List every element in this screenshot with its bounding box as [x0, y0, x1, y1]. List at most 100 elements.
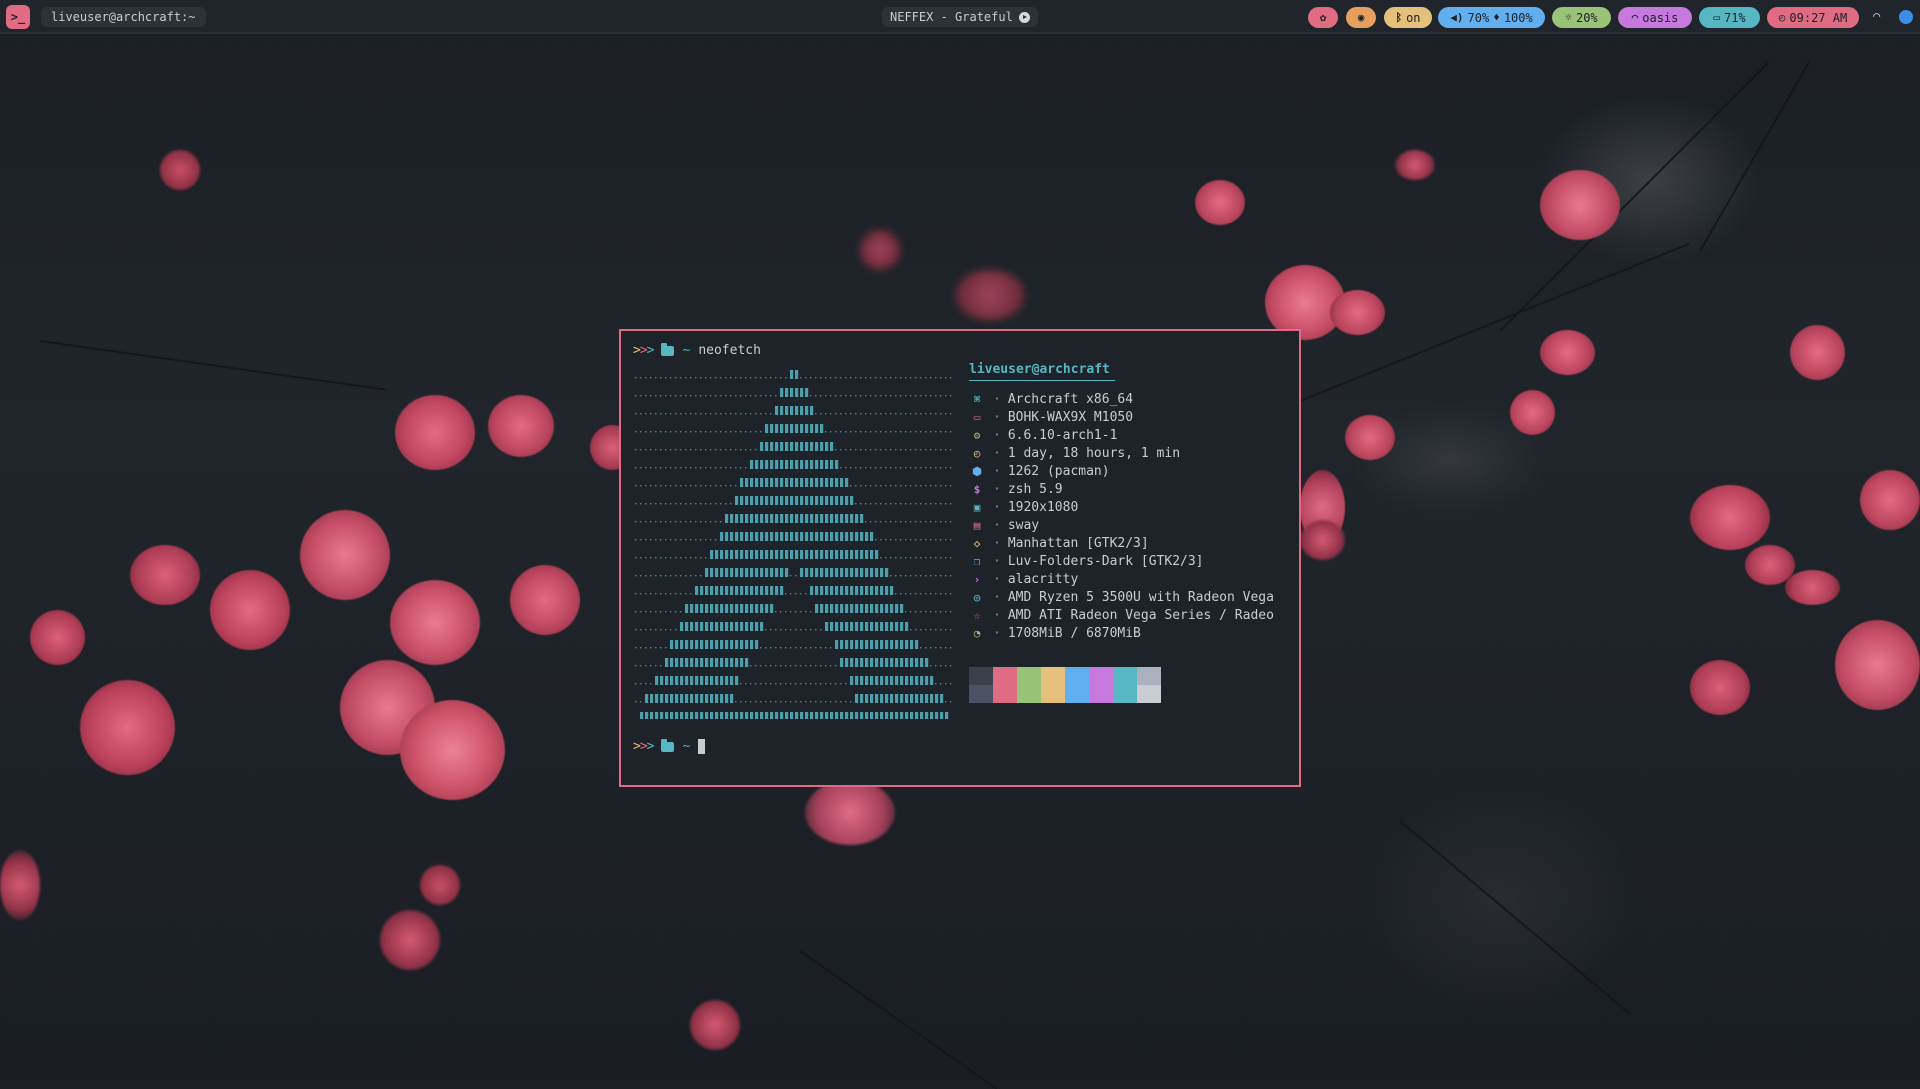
ascii-char: [665, 431, 667, 433]
ascii-char: [915, 658, 919, 667]
ascii-char: [745, 478, 749, 487]
ascii-char: [670, 413, 672, 415]
ascii-char: [685, 467, 687, 469]
ascii-char: [890, 485, 892, 487]
terminal-icon: >_: [10, 10, 26, 24]
ascii-char: [720, 550, 724, 559]
ascii-char: [835, 604, 839, 613]
ascii-char: [675, 640, 679, 649]
idle-inhibitor-button[interactable]: ◉: [1346, 7, 1376, 28]
ascii-char: [665, 557, 667, 559]
ascii-char: [670, 640, 674, 649]
ascii-char: [815, 647, 817, 649]
ascii-char: [710, 485, 712, 487]
ascii-char: [845, 568, 849, 577]
ascii-char: [935, 694, 939, 703]
ascii-char: [820, 478, 824, 487]
ascii-char: [870, 467, 872, 469]
ascii-char: [690, 521, 692, 523]
ascii-char: [800, 514, 804, 523]
ascii-char: [860, 377, 862, 379]
ascii-char: [680, 694, 684, 703]
ascii-char: [640, 593, 642, 595]
info-value: BOHK-WAX9X M1050: [1007, 409, 1134, 425]
ascii-char: [710, 658, 714, 667]
ascii-char: [680, 539, 682, 541]
ascii-char: [800, 532, 804, 541]
ascii-char: [865, 395, 867, 397]
ascii-char: [885, 467, 887, 469]
ascii-char: [680, 611, 682, 613]
ascii-char: [635, 503, 637, 505]
ascii-char: [730, 676, 734, 685]
ascii-char: [735, 514, 739, 523]
color-picker-button[interactable]: ✿: [1308, 7, 1338, 28]
prompt-cwd: ~: [682, 343, 691, 358]
ascii-char: [740, 377, 742, 379]
ascii-char: [805, 388, 809, 397]
ascii-char: [740, 478, 744, 487]
ascii-char: [895, 395, 897, 397]
ascii-char: [860, 622, 864, 631]
ascii-char: [930, 712, 934, 719]
ascii-char: [785, 629, 787, 631]
ascii-char: [945, 467, 947, 469]
ascii-char: [690, 575, 692, 577]
ascii-char: [795, 593, 797, 595]
launcher-button[interactable]: >_: [6, 5, 30, 29]
ascii-char: [900, 449, 902, 451]
ascii-char: [885, 640, 889, 649]
ascii-char: [790, 665, 792, 667]
bluetooth-module[interactable]: ᛒ on: [1384, 7, 1432, 28]
ascii-char: [760, 496, 764, 505]
ascii-char: [760, 413, 762, 415]
text-cursor[interactable]: [698, 739, 706, 754]
audio-module[interactable]: ◀) 70% ♦ 100%: [1438, 7, 1545, 28]
ascii-char: [645, 539, 647, 541]
wifi-tray-icon[interactable]: ◠: [1873, 9, 1880, 23]
ascii-char: [710, 503, 712, 505]
ascii-char: [700, 467, 702, 469]
media-player[interactable]: NEFFEX - Grateful: [882, 7, 1038, 27]
ascii-char: [645, 647, 647, 649]
ascii-char: [830, 647, 832, 649]
ascii-char: [770, 532, 774, 541]
separator-dot: ·: [993, 625, 1001, 641]
ascii-char: [765, 647, 767, 649]
wifi-icon: ◠: [1631, 11, 1639, 24]
terminal-window[interactable]: >>> ~ neofetch liveuser@archcraft ⌘ · Arch…: [619, 329, 1301, 787]
battery-module[interactable]: ▭ 71%: [1699, 7, 1760, 28]
ascii-char: [745, 431, 747, 433]
ascii-char: [710, 413, 712, 415]
ascii-char: [655, 449, 657, 451]
telegram-tray-icon[interactable]: [1899, 10, 1913, 24]
ascii-char: [635, 449, 637, 451]
ascii-char: [635, 593, 637, 595]
ascii-char: [915, 377, 917, 379]
ascii-char: [720, 568, 724, 577]
ascii-char: [905, 622, 909, 631]
network-module[interactable]: ◠ oasis: [1618, 7, 1692, 28]
ascii-char: [810, 424, 814, 433]
brightness-module[interactable]: ☼ 20%: [1552, 7, 1611, 28]
play-circle-icon[interactable]: [1018, 11, 1030, 23]
info-row: ☆ · AMD ATI Radeon Vega Series / Radeo: [969, 606, 1274, 624]
ascii-char: [770, 460, 774, 469]
ascii-char: [655, 521, 657, 523]
ascii-char: [840, 532, 844, 541]
focused-window-title[interactable]: liveuser@archcraft:~: [41, 7, 206, 27]
ascii-char: [685, 413, 687, 415]
clock-module[interactable]: ◴ 09:27 AM: [1767, 7, 1859, 28]
ascii-char: [705, 622, 709, 631]
ascii-char: [765, 712, 769, 719]
ascii-char: [835, 586, 839, 595]
ascii-char: [815, 586, 819, 595]
ascii-char: [855, 532, 859, 541]
ascii-char: [880, 557, 882, 559]
ascii-char: [635, 575, 637, 577]
ascii-char: [745, 640, 749, 649]
ascii-char: [950, 539, 952, 541]
ascii-char: [885, 568, 889, 577]
ascii-char: [805, 424, 809, 433]
ascii-char: [690, 640, 694, 649]
